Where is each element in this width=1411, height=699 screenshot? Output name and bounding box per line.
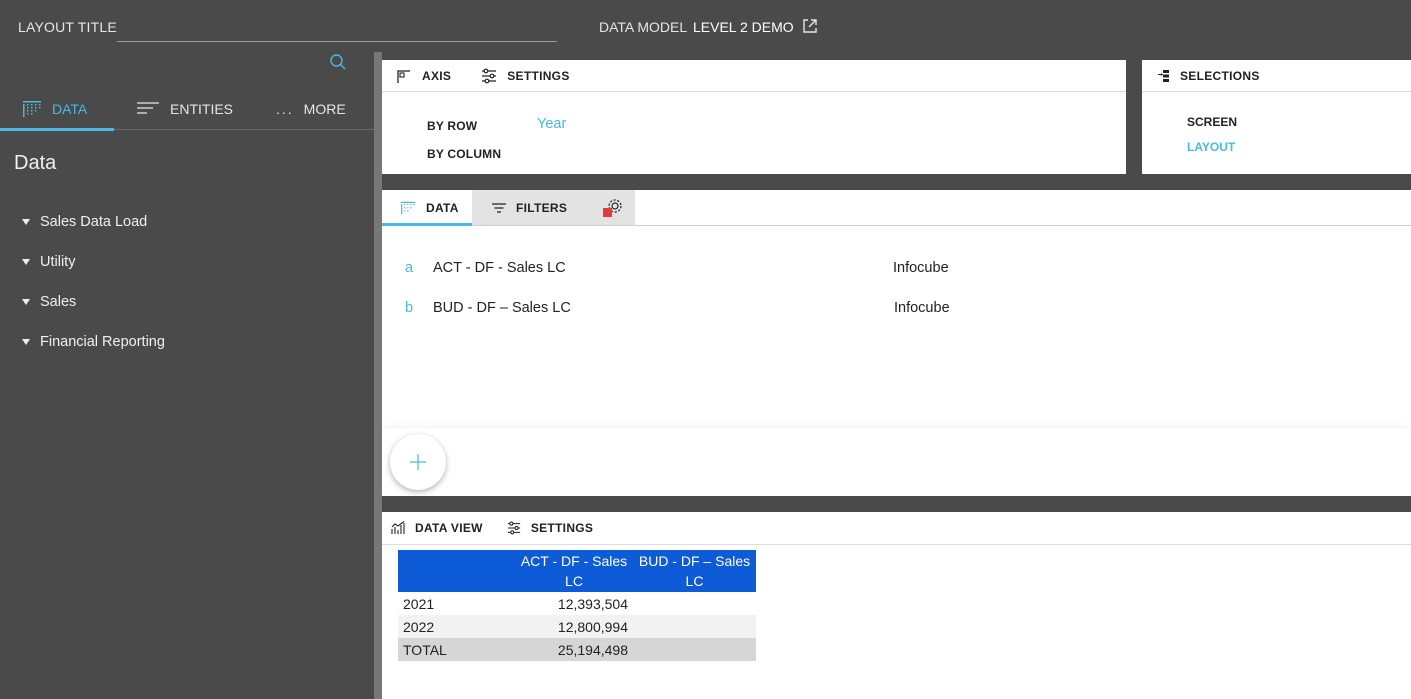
bar-chart-icon [391, 521, 405, 534]
layout-title-input[interactable] [117, 14, 557, 42]
tree-item-utility[interactable]: Utility [22, 242, 165, 282]
selection-layout[interactable]: LAYOUT [1187, 140, 1235, 154]
measure-name: BUD - DF – Sales LC [433, 300, 571, 316]
tab-filters-label: FILTERS [516, 200, 568, 215]
tab-advanced-settings[interactable] [590, 190, 635, 225]
tree-item-label: Sales Data Load [40, 214, 148, 230]
tab-data-view-settings[interactable]: SETTINGS [507, 521, 593, 535]
tab-data-label: DATA [52, 101, 88, 117]
data-card: DATA FILTERS a ACT - DF - Sales LC Infoc… [382, 190, 1411, 496]
measure-letter: a [405, 260, 414, 276]
selection-screen[interactable]: SCREEN [1187, 115, 1237, 129]
table-header-row: ACT - DF - Sales LC BUD - DF – Sales LC [398, 550, 756, 592]
tab-measures-data-label: DATA [426, 200, 459, 215]
table-row: 2021 12,393,504 [398, 592, 756, 615]
cell-bud [633, 592, 756, 615]
tab-data[interactable]: DATA [0, 88, 114, 131]
grid-dots-icon [23, 101, 41, 117]
measure-row-a[interactable]: a ACT - DF - Sales LC Infocube [382, 260, 1411, 280]
left-tabs: DATA ENTITIES ... MORE [0, 88, 374, 131]
measure-row-b[interactable]: b BUD - DF – Sales LC Infocube [382, 300, 1411, 320]
by-row-label: BY ROW [427, 119, 478, 133]
row-label: 2022 [398, 615, 515, 638]
tab-data-view-label: DATA VIEW [415, 521, 483, 535]
table-row: 2022 12,800,994 [398, 615, 756, 638]
grid-dots-icon [401, 201, 415, 214]
panel-divider[interactable] [374, 52, 382, 699]
axis-card-header: AXIS SETTINGS [382, 60, 1126, 92]
tree-item-financial-reporting[interactable]: Financial Reporting [22, 322, 165, 362]
axis-card: AXIS SETTINGS BY ROW Year BY COLUMN [382, 60, 1126, 174]
top-bar: LAYOUT TITLE DATA MODEL LEVEL 2 DEMO [0, 0, 1411, 52]
tree-item-sales[interactable]: Sales [22, 282, 165, 322]
selections-title: SELECTIONS [1158, 69, 1260, 83]
tab-more[interactable]: ... MORE [276, 88, 346, 130]
tree-item-sales-data-load[interactable]: Sales Data Load [22, 202, 165, 242]
data-tree: Sales Data Load Utility Sales Financial … [22, 202, 165, 362]
filter-icon [492, 202, 506, 213]
cell-act: 12,800,994 [515, 615, 633, 638]
cell-act: 12,393,504 [515, 592, 633, 615]
search-icon[interactable] [329, 53, 347, 71]
row-label: 2021 [398, 592, 515, 615]
cell-act: 25,194,498 [515, 638, 633, 661]
data-card-tabs: DATA FILTERS [382, 190, 1411, 226]
selection-tree-icon [1158, 69, 1169, 82]
cell-bud [633, 638, 756, 661]
selections-title-label: SELECTIONS [1180, 68, 1260, 83]
caret-down-icon [22, 219, 30, 225]
by-column-label: BY COLUMN [427, 147, 502, 161]
data-model-label: DATA MODEL [599, 19, 688, 35]
tab-data-view-settings-label: SETTINGS [530, 521, 594, 535]
selections-card-header: SELECTIONS [1142, 60, 1411, 92]
layout-title-label: LAYOUT TITLE [18, 19, 117, 35]
alert-badge [602, 207, 612, 217]
table-header-blank [398, 550, 515, 592]
tab-entities-label: ENTITIES [170, 101, 234, 117]
add-measure-zone [382, 428, 1411, 496]
tab-data-view[interactable]: DATA VIEW [391, 521, 483, 535]
measure-name: ACT - DF - Sales LC [433, 260, 566, 276]
tree-item-label: Financial Reporting [40, 334, 165, 350]
plus-icon [410, 454, 426, 470]
data-view-table: ACT - DF - Sales LC BUD - DF – Sales LC … [398, 550, 756, 661]
axis-icon [397, 69, 410, 83]
tab-axis[interactable]: AXIS [396, 68, 451, 84]
tab-entities[interactable]: ENTITIES [136, 88, 233, 130]
tree-item-label: Utility [40, 254, 76, 270]
sliders-icon [507, 521, 520, 535]
row-label: TOTAL [398, 638, 515, 661]
external-link-icon[interactable] [802, 18, 818, 34]
measure-type: Infocube [893, 260, 949, 276]
caret-down-icon [22, 259, 30, 265]
left-panel: DATA ENTITIES ... MORE Data Sales Data L… [0, 52, 374, 699]
tab-axis-settings[interactable]: SETTINGS [481, 68, 569, 84]
table-header-act[interactable]: ACT - DF - Sales LC [515, 550, 633, 592]
panel-heading: Data [14, 152, 57, 174]
selections-card: SELECTIONS SCREEN LAYOUT [1142, 60, 1411, 174]
measure-type: Infocube [894, 300, 950, 316]
list-lines-icon [137, 102, 159, 114]
by-row-dimension-year[interactable]: Year [537, 116, 566, 132]
ellipsis-icon: ... [276, 101, 294, 117]
tree-item-label: Sales [40, 294, 77, 310]
table-total-row: TOTAL 25,194,498 [398, 638, 756, 661]
cell-bud [633, 615, 756, 638]
data-view-card: DATA VIEW SETTINGS ACT - DF - Sales LC B… [382, 512, 1411, 699]
tab-filters[interactable]: FILTERS [472, 190, 590, 225]
data-view-header: DATA VIEW SETTINGS [382, 512, 1411, 545]
measure-letter: b [405, 300, 414, 316]
caret-down-icon [22, 339, 30, 345]
data-model-value: LEVEL 2 DEMO [693, 19, 794, 35]
caret-down-icon [22, 299, 30, 305]
sliders-icon [482, 68, 497, 83]
tab-measures-data[interactable]: DATA [382, 190, 472, 226]
tab-more-label: MORE [303, 101, 346, 117]
tab-axis-label: AXIS [422, 68, 452, 83]
table-header-bud[interactable]: BUD - DF – Sales LC [633, 550, 756, 592]
add-measure-button[interactable] [390, 434, 446, 490]
tab-axis-settings-label: SETTINGS [507, 68, 570, 83]
